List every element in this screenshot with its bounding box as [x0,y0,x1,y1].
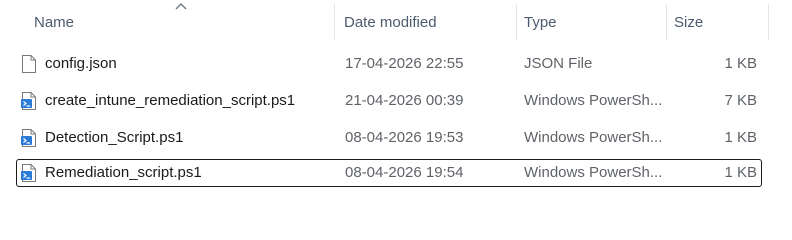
file-date-modified: 08-04-2026 19:54 [345,164,464,181]
file-name: config.json [45,55,117,72]
column-header-name[interactable]: Name [34,0,324,44]
file-type: Windows PowerSh... [524,164,663,181]
column-divider[interactable] [666,4,667,40]
file-name: Remediation_script.ps1 [45,164,202,181]
file-row[interactable]: Detection_Script.ps1 08-04-2026 19:53 Wi… [16,124,762,152]
file-row-focused[interactable]: Remediation_script.ps1 08-04-2026 19:54 … [16,159,762,187]
powershell-file-icon [21,129,36,147]
json-file-icon [22,55,36,73]
file-name: create_intune_remediation_script.ps1 [45,92,296,109]
file-date-modified: 21-04-2026 00:39 [345,92,464,109]
column-divider[interactable] [768,4,769,40]
column-divider[interactable] [334,4,335,40]
file-type: Windows PowerSh... [524,92,663,109]
powershell-file-icon [21,164,36,182]
file-size: 7 KB [724,92,757,109]
file-row[interactable]: create_intune_remediation_script.ps1 21-… [16,87,762,115]
file-name: Detection_Script.ps1 [45,129,184,146]
column-header-type[interactable]: Type [524,0,659,44]
powershell-file-icon [21,92,36,110]
column-header-size[interactable]: Size [674,0,764,44]
file-size: 1 KB [724,55,757,72]
file-row[interactable]: config.json 17-04-2026 22:55 JSON File 1… [16,50,762,78]
column-header-bar: Name Date modified Type Size [0,0,792,44]
file-date-modified: 08-04-2026 19:53 [345,129,464,146]
file-type: JSON File [524,55,593,72]
column-divider[interactable] [516,4,517,40]
column-header-date-modified[interactable]: Date modified [344,0,509,44]
file-date-modified: 17-04-2026 22:55 [345,55,464,72]
file-type: Windows PowerSh... [524,129,663,146]
file-size: 1 KB [724,164,757,181]
file-size: 1 KB [724,129,757,146]
file-explorer-details-view: Name Date modified Type Size config.json… [0,0,792,221]
